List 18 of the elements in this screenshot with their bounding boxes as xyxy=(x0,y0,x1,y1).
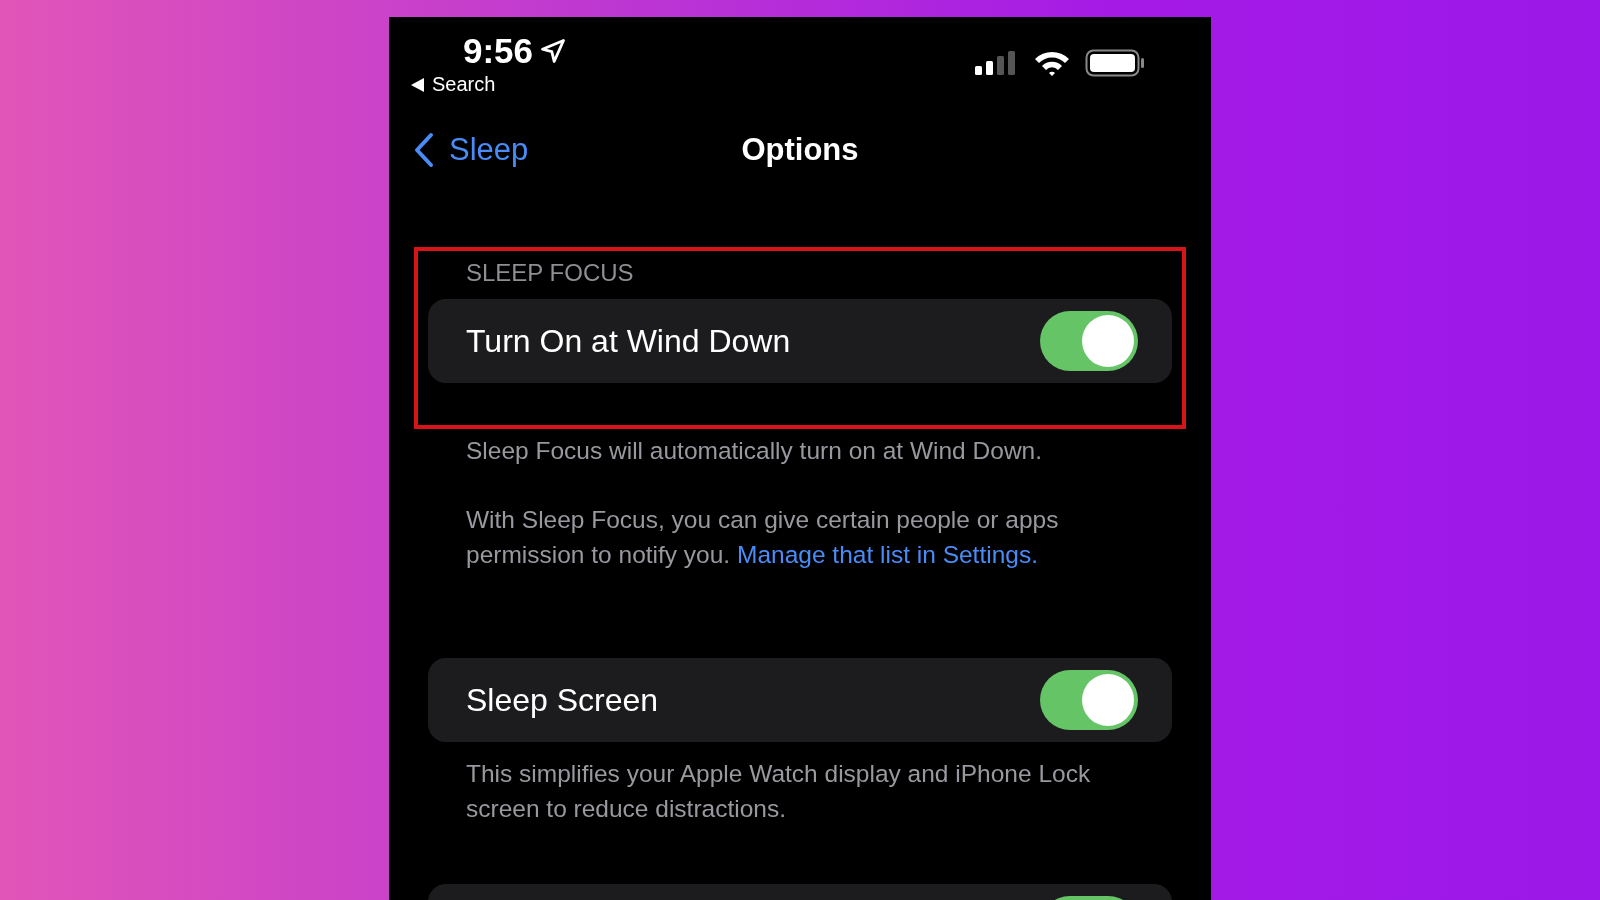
status-time: 9:56 xyxy=(463,31,534,71)
battery-icon xyxy=(1085,49,1145,77)
wifi-icon xyxy=(1033,49,1071,77)
location-arrow-icon xyxy=(539,37,568,65)
screen-title: Options xyxy=(741,132,859,168)
section-header: SLEEP FOCUS xyxy=(465,259,635,288)
row-label: Sleep Screen xyxy=(466,681,659,719)
toggle-switch[interactable] xyxy=(1040,311,1138,371)
triangle-icon xyxy=(411,77,424,92)
footer-text: Sleep Focus will automatically turn on at Wind Down. xyxy=(466,436,1043,466)
back-button[interactable]: Sleep xyxy=(413,132,529,168)
footer-text: This simplifies your Apple Watch display and iPhone Lock screen to reduce distractions. xyxy=(466,759,1092,824)
footer-text: With Sleep Focus, you can give certain people or apps permission to notify you. Manage that list in Settings. xyxy=(466,505,1060,570)
settings-link[interactable]: Manage that list in Settings. xyxy=(737,541,1038,568)
chevron-left-icon xyxy=(413,132,435,168)
row-label: Turn On at Wind Down xyxy=(466,322,791,360)
back-to-app-link[interactable]: Search xyxy=(411,73,568,96)
toggle-switch[interactable] xyxy=(1040,670,1138,730)
